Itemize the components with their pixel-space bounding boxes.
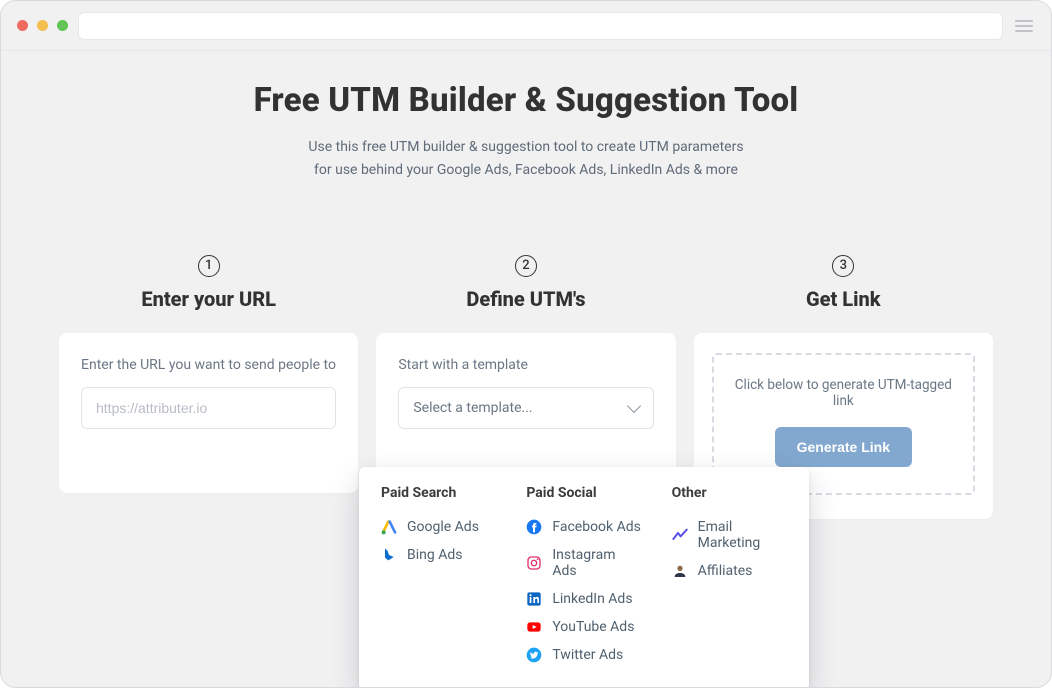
template-option-label: Twitter Ads	[552, 647, 623, 663]
template-dropdown: Paid Search Google Ads Bing A	[359, 467, 809, 688]
template-option-label: YouTube Ads	[552, 619, 634, 635]
hamburger-menu-icon[interactable]	[1013, 15, 1035, 37]
template-option-youtube-ads[interactable]: YouTube Ads	[526, 613, 641, 641]
template-select[interactable]: Select a template...	[398, 387, 653, 429]
step-3-number: 3	[832, 255, 854, 277]
template-option-email-marketing[interactable]: Email Marketing	[672, 513, 787, 557]
step-2-number: 2	[515, 255, 537, 277]
dropdown-group-paid-search: Paid Search Google Ads Bing A	[381, 485, 496, 669]
template-select-placeholder: Select a template...	[413, 400, 532, 416]
browser-titlebar	[1, 1, 1051, 51]
template-option-label: Facebook Ads	[552, 519, 641, 535]
browser-window: Free UTM Builder & Suggestion Tool Use t…	[0, 0, 1052, 688]
step-3-title: Get Link	[694, 287, 993, 311]
close-window-button[interactable]	[17, 20, 28, 31]
template-option-label: Email Marketing	[698, 519, 787, 551]
address-bar[interactable]	[78, 12, 1003, 40]
step-1-number: 1	[198, 255, 220, 277]
template-option-google-ads[interactable]: Google Ads	[381, 513, 496, 541]
instagram-icon	[526, 555, 542, 571]
chevron-down-icon	[627, 399, 641, 413]
minimize-window-button[interactable]	[37, 20, 48, 31]
url-card: Enter the URL you want to send people to	[59, 333, 358, 493]
bing-ads-icon	[381, 547, 397, 563]
window-controls	[17, 20, 68, 31]
step-2-title: Define UTM's	[376, 287, 675, 311]
template-option-label: Instagram Ads	[552, 547, 641, 579]
dropdown-group-paid-social: Paid Social Facebook Ads	[526, 485, 641, 669]
template-option-bing-ads[interactable]: Bing Ads	[381, 541, 496, 569]
template-option-affiliates[interactable]: Affiliates	[672, 557, 787, 585]
template-option-instagram-ads[interactable]: Instagram Ads	[526, 541, 641, 585]
page-content: Free UTM Builder & Suggestion Tool Use t…	[1, 51, 1051, 519]
url-input[interactable]	[81, 387, 336, 429]
step-1: 1 Enter your URL Enter the URL you want …	[59, 254, 358, 493]
page-title: Free UTM Builder & Suggestion Tool	[1, 81, 1051, 120]
page-subtitle: Use this free UTM builder & suggestion t…	[1, 136, 1051, 182]
generate-link-button[interactable]: Generate Link	[775, 427, 912, 467]
step-2: 2 Define UTM's Start with a template Sel…	[376, 254, 675, 493]
generate-prompt: Click below to generate UTM-tagged link	[724, 377, 963, 409]
facebook-icon	[526, 519, 542, 535]
subtitle-line-2: for use behind your Google Ads, Facebook…	[314, 162, 738, 178]
template-option-label: Affiliates	[698, 563, 753, 579]
twitter-icon	[526, 647, 542, 663]
dropdown-group-title: Paid Search	[381, 485, 496, 501]
maximize-window-button[interactable]	[57, 20, 68, 31]
template-option-label: Google Ads	[407, 519, 479, 535]
linkedin-icon	[526, 591, 542, 607]
template-option-label: LinkedIn Ads	[552, 591, 632, 607]
template-option-label: Bing Ads	[407, 547, 462, 563]
template-option-facebook-ads[interactable]: Facebook Ads	[526, 513, 641, 541]
dropdown-group-title: Other	[672, 485, 787, 501]
dropdown-group-title: Paid Social	[526, 485, 641, 501]
template-select-label: Start with a template	[398, 357, 653, 373]
url-input-label: Enter the URL you want to send people to	[81, 357, 336, 373]
dropdown-group-other: Other Email Marketing Affiliates	[672, 485, 787, 669]
email-icon	[672, 527, 688, 543]
google-ads-icon	[381, 519, 397, 535]
template-option-twitter-ads[interactable]: Twitter Ads	[526, 641, 641, 669]
template-option-linkedin-ads[interactable]: LinkedIn Ads	[526, 585, 641, 613]
youtube-icon	[526, 619, 542, 635]
subtitle-line-1: Use this free UTM builder & suggestion t…	[308, 139, 743, 155]
step-1-title: Enter your URL	[59, 287, 358, 311]
affiliate-icon	[672, 563, 688, 579]
